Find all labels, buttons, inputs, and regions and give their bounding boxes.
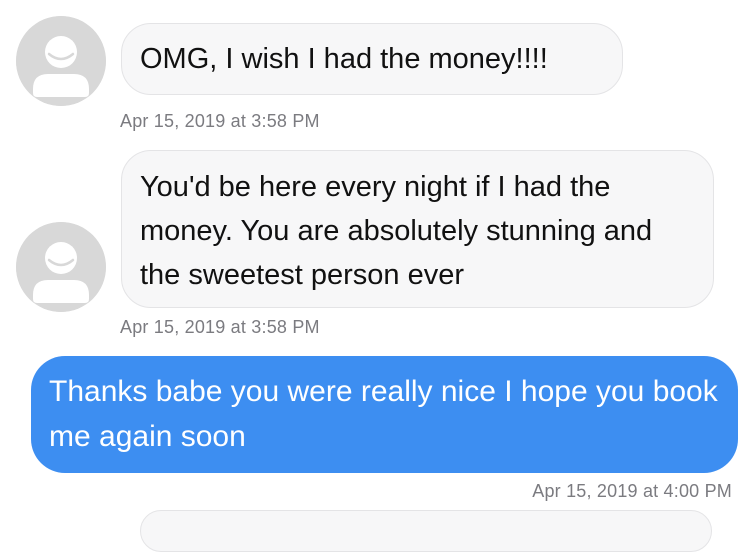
message-text: You'd be here every night if I had the m… [140, 171, 653, 291]
message-timestamp: Apr 15, 2019 at 3:58 PM [120, 317, 320, 337]
message-text: Thanks babe you were really nice I hope … [49, 375, 718, 453]
person-placeholder-icon [16, 16, 106, 106]
message-bubble-incoming[interactable]: OMG, I wish I had the money!!!! [121, 23, 623, 95]
person-placeholder-icon [16, 222, 106, 312]
message-text: OMG, I wish I had the money!!!! [140, 43, 548, 75]
contact-avatar-icon[interactable] [16, 222, 106, 312]
contact-avatar-icon[interactable] [16, 16, 106, 106]
message-bubble-incoming[interactable]: You'd be here every night if I had the m… [121, 150, 714, 308]
message-bubble-partial[interactable] [140, 510, 712, 552]
message-timestamp: Apr 15, 2019 at 3:58 PM [120, 111, 320, 131]
message-timestamp: Apr 15, 2019 at 4:00 PM [532, 481, 732, 501]
message-bubble-outgoing[interactable]: Thanks babe you were really nice I hope … [31, 356, 738, 473]
